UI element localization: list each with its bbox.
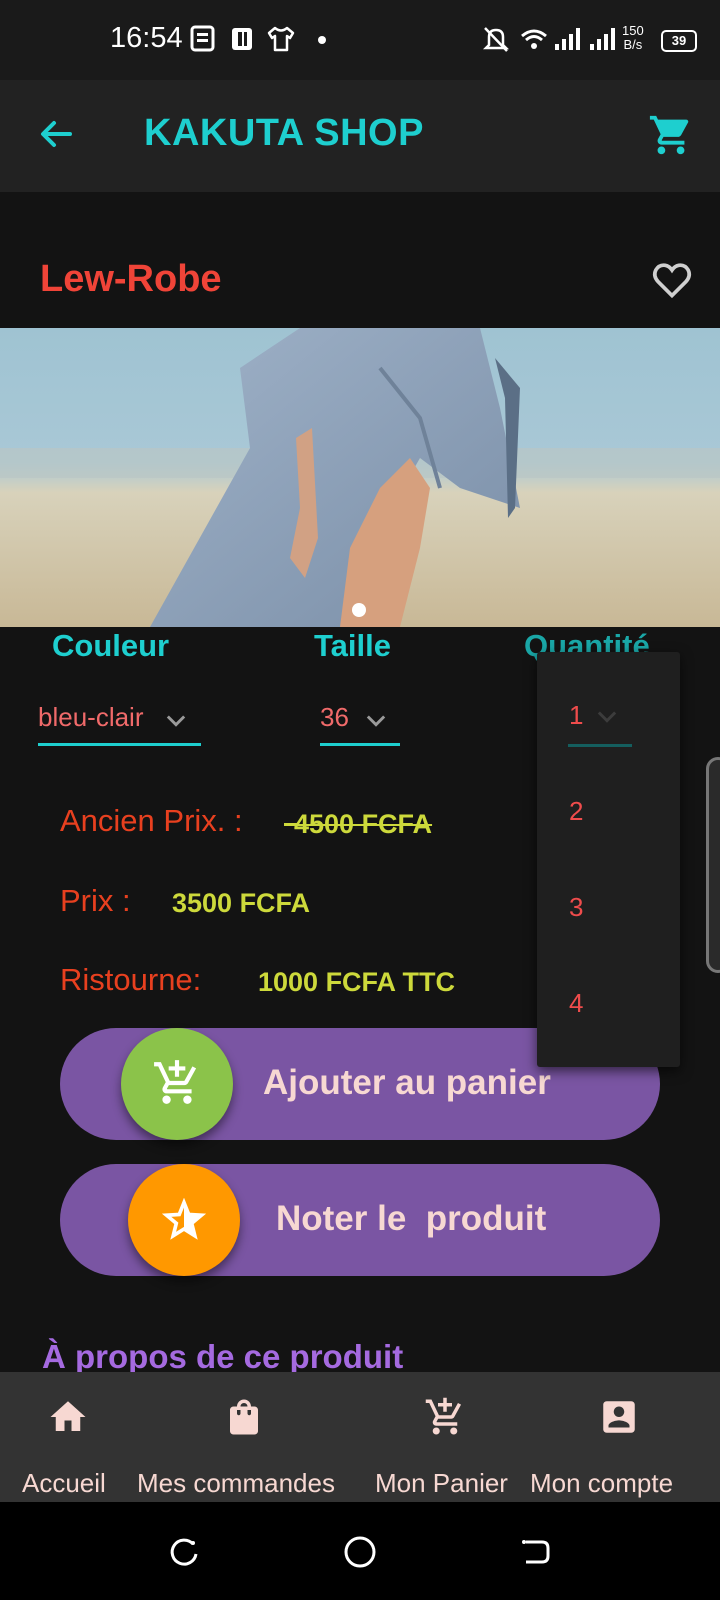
signal-icon [555, 28, 580, 50]
product-image-carousel[interactable] [0, 328, 720, 627]
quantity-select-underline [568, 744, 632, 747]
star-icon [162, 1198, 206, 1240]
account-icon [603, 1401, 635, 1433]
shopping-bag-icon [230, 1399, 258, 1435]
favorite-heart-icon[interactable] [650, 258, 694, 302]
chevron-down-icon [597, 711, 617, 723]
nav-item-account[interactable]: Mon compte [530, 1372, 720, 1502]
color-select-value: bleu-clair [38, 702, 144, 732]
color-select-underline [38, 743, 201, 746]
color-label: Couleur [52, 628, 170, 663]
discount-label: Ristourne: [60, 962, 202, 997]
back-arrow-icon[interactable] [36, 114, 76, 154]
status-time: 16:54 [110, 22, 183, 54]
app-title: KAKUTA SHOP [144, 112, 424, 154]
wifi-icon [521, 29, 547, 49]
size-label: Taille [314, 628, 391, 663]
old-price-label: Ancien Prix. : [60, 803, 243, 838]
carousel-dot[interactable] [352, 603, 366, 617]
tshirt-icon [267, 26, 295, 52]
size-select[interactable]: 36 [320, 690, 400, 746]
home-circle-icon[interactable] [342, 1534, 378, 1570]
nav-item-orders[interactable]: Mes commandes [135, 1372, 360, 1502]
strike-lead [284, 823, 298, 826]
nav-label-account: Mon compte [530, 1468, 674, 1498]
color-select[interactable]: bleu-clair [38, 690, 202, 746]
quantity-option-4[interactable]: 4 [569, 988, 583, 1019]
cart-icon[interactable] [648, 112, 694, 158]
about-product-title: À propos de ce produit [42, 1338, 404, 1375]
price-value: 3500 FCFA [172, 888, 311, 918]
nav-label-cart: Mon Panier [375, 1468, 508, 1498]
back-icon[interactable] [518, 1534, 554, 1570]
size-select-value: 36 [320, 702, 349, 732]
add-shopping-cart-icon [154, 1060, 197, 1104]
size-select-underline [320, 743, 400, 746]
notification-dot [318, 36, 326, 44]
quantity-option-1[interactable]: 1 [569, 700, 583, 731]
battery-indicator: 39 [661, 30, 697, 52]
nav-item-cart[interactable]: Mon Panier [360, 1372, 530, 1502]
discount-value: 1000 FCFA TTC [258, 967, 456, 997]
rate-product-label: Noter le produit [276, 1199, 547, 1238]
product-photo [0, 328, 720, 627]
rate-product-circle [128, 1164, 240, 1276]
chevron-down-icon [366, 715, 386, 727]
home-icon [50, 1401, 86, 1431]
old-price-value: 4500 FCFA [294, 809, 433, 839]
news-icon [190, 25, 215, 52]
cart-icon [425, 1397, 462, 1435]
net-speed: 150 B/s [622, 23, 644, 52]
product-title: Lew-Robe [40, 258, 222, 300]
nav-label-home: Accueil [22, 1468, 106, 1498]
add-to-cart-circle [121, 1028, 233, 1140]
add-to-cart-label: Ajouter au panier [263, 1063, 551, 1102]
mute-icon [482, 27, 510, 52]
scroll-handle[interactable] [706, 757, 720, 973]
chevron-down-icon [166, 715, 186, 727]
nav-item-home[interactable]: Accueil [0, 1372, 135, 1502]
nav-label-orders: Mes commandes [137, 1468, 335, 1498]
signal-icon-2 [590, 28, 615, 50]
price-label: Prix : [60, 883, 131, 918]
quantity-option-3[interactable]: 3 [569, 892, 583, 923]
quantity-dropdown-menu[interactable]: 1 2 3 4 [537, 652, 680, 1067]
app-icon [232, 28, 252, 50]
recents-icon[interactable] [166, 1534, 202, 1570]
rate-product-button[interactable]: Noter le produit [60, 1164, 660, 1276]
quantity-option-2[interactable]: 2 [569, 796, 583, 827]
